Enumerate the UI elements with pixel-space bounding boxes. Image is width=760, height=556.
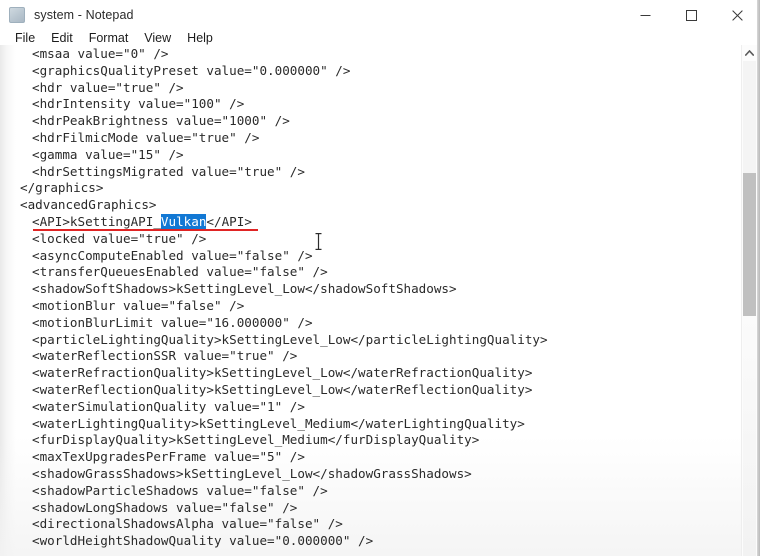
- line-text: <hdr value="true" />: [32, 79, 184, 95]
- text-line[interactable]: <shadowLongShadows value="false" />: [0, 500, 744, 517]
- line-text: <motionBlurLimit value="16.000000" />: [32, 314, 313, 330]
- menu-item-edit[interactable]: Edit: [43, 30, 81, 47]
- line-text: <directionalShadowsAlpha value="false" /…: [32, 516, 343, 532]
- text-line[interactable]: <hdrFilmicMode value="true" />: [0, 130, 744, 147]
- line-text: <waterSimulationQuality value="1" />: [32, 398, 305, 414]
- text-line[interactable]: <furDisplayQuality>kSettingLevel_Medium<…: [0, 432, 744, 449]
- text-line[interactable]: </graphics>: [0, 180, 744, 197]
- text-line[interactable]: <gamma value="15" />: [0, 147, 744, 164]
- line-text: <hdrPeakBrightness value="1000" />: [32, 113, 290, 129]
- line-text-prefix: <API>kSettingAPI_: [32, 213, 161, 229]
- line-text: <shadowParticleShadows value="false" />: [32, 482, 328, 498]
- window-title: system - Notepad: [34, 8, 134, 22]
- line-text: <locked value="true" />: [32, 230, 207, 246]
- menu-item-format[interactable]: Format: [81, 30, 137, 47]
- line-text: <furDisplayQuality>kSettingLevel_Medium<…: [32, 432, 480, 448]
- text-line[interactable]: <worldHeightShadowQuality value="0.00000…: [0, 533, 744, 550]
- line-text: <shadowSoftShadows>kSettingLevel_Low</sh…: [32, 281, 457, 297]
- text-line[interactable]: <asyncComputeEnabled value="false" />: [0, 248, 744, 265]
- line-text: <transferQueuesEnabled value="false" />: [32, 264, 328, 280]
- menu-item-help[interactable]: Help: [179, 30, 221, 47]
- line-text: <hdrFilmicMode value="true" />: [32, 129, 260, 145]
- text-line[interactable]: <shadowParticleShadows value="false" />: [0, 483, 744, 500]
- close-button[interactable]: [714, 0, 760, 30]
- menu-item-file[interactable]: File: [7, 30, 43, 47]
- text-line[interactable]: <waterSimulationQuality value="1" />: [0, 399, 744, 416]
- text-line[interactable]: <API>kSettingAPI_Vulkan</API>: [0, 213, 744, 231]
- scrollbar-track-lower[interactable]: [743, 316, 756, 556]
- notepad-window: system - Notepad File Edit Format View H…: [0, 0, 760, 556]
- title-bar[interactable]: system - Notepad: [0, 0, 760, 30]
- line-text: <maxTexUpgradesPerFrame value="5" />: [32, 449, 305, 465]
- line-text: <shadowLongShadows value="false" />: [32, 499, 298, 515]
- text-line[interactable]: <directionalShadowsAlpha value="false" /…: [0, 516, 744, 533]
- text-line[interactable]: <shadowSoftShadows>kSettingLevel_Low</sh…: [0, 281, 744, 298]
- text-line[interactable]: <hdrPeakBrightness value="1000" />: [0, 113, 744, 130]
- line-text: <waterReflectionSSR value="true" />: [32, 348, 298, 364]
- text-line[interactable]: <motionBlur value="false" />: [0, 298, 744, 315]
- text-line[interactable]: <maxTexUpgradesPerFrame value="5" />: [0, 449, 744, 466]
- text-line[interactable]: <hdrSettingsMigrated value="true" />: [0, 164, 744, 181]
- line-text: <waterReflectionQuality>kSettingLevel_Lo…: [32, 381, 533, 397]
- maximize-button[interactable]: [668, 0, 714, 30]
- text-editor-area[interactable]: <msaa value="0" /> <graphicsQualityPreset…: [0, 45, 760, 556]
- line-text: <worldHeightShadowQuality value="0.00000…: [32, 533, 374, 549]
- text-line[interactable]: <waterRefractionQuality>kSettingLevel_Lo…: [0, 365, 744, 382]
- line-text: </graphics>: [20, 180, 104, 196]
- text-line[interactable]: <shadowGrassShadows>kSettingLevel_Low</s…: [0, 466, 744, 483]
- line-text: <shadowGrassShadows>kSettingLevel_Low</s…: [32, 465, 472, 481]
- document-text[interactable]: <msaa value="0" /> <graphicsQualityPreset…: [0, 45, 744, 550]
- text-line[interactable]: <locked value="true" />: [0, 231, 744, 248]
- text-line[interactable]: <waterReflectionQuality>kSettingLevel_Lo…: [0, 382, 744, 399]
- text-line[interactable]: <graphicsQualityPreset value="0.000000" …: [0, 63, 744, 80]
- chevron-up-icon[interactable]: [742, 45, 757, 61]
- text-line[interactable]: <msaa value="0" />: [0, 46, 744, 63]
- line-text: <particleLightingQuality>kSettingLevel_L…: [32, 331, 548, 347]
- line-text-suffix: </API>: [206, 213, 252, 229]
- line-text: <advancedGraphics>: [20, 197, 157, 213]
- red-underline-annotation: [33, 228, 258, 231]
- text-line[interactable]: <motionBlurLimit value="16.000000" />: [0, 315, 744, 332]
- menu-item-view[interactable]: View: [136, 30, 179, 47]
- text-line[interactable]: <hdr value="true" />: [0, 80, 744, 97]
- line-text: <hdrIntensity value="100" />: [32, 96, 245, 112]
- line-text: <motionBlur value="false" />: [32, 297, 245, 313]
- selected-text[interactable]: Vulkan: [160, 213, 207, 229]
- minimize-button[interactable]: [622, 0, 668, 30]
- scrollbar-thumb[interactable]: [743, 173, 756, 316]
- line-text: <hdrSettingsMigrated value="true" />: [32, 163, 305, 179]
- line-text: <msaa value="0" />: [32, 46, 169, 61]
- text-line[interactable]: <advancedGraphics>: [0, 197, 744, 214]
- line-text: <asyncComputeEnabled value="false" />: [32, 247, 313, 263]
- text-line[interactable]: <hdrIntensity value="100" />: [0, 96, 744, 113]
- notepad-icon: [9, 7, 25, 23]
- line-text: <gamma value="15" />: [32, 146, 184, 162]
- caption-buttons: [622, 0, 760, 30]
- text-line[interactable]: <waterLightingQuality>kSettingLevel_Medi…: [0, 416, 744, 433]
- line-text: <waterLightingQuality>kSettingLevel_Medi…: [32, 415, 525, 431]
- text-line[interactable]: <transferQueuesEnabled value="false" />: [0, 264, 744, 281]
- line-text: <graphicsQualityPreset value="0.000000" …: [32, 62, 351, 78]
- text-line[interactable]: <particleLightingQuality>kSettingLevel_L…: [0, 332, 744, 349]
- vertical-scrollbar[interactable]: [741, 45, 757, 556]
- scrollbar-track-upper[interactable]: [743, 61, 756, 173]
- text-line[interactable]: <waterReflectionSSR value="true" />: [0, 348, 744, 365]
- line-text: <waterRefractionQuality>kSettingLevel_Lo…: [32, 365, 533, 381]
